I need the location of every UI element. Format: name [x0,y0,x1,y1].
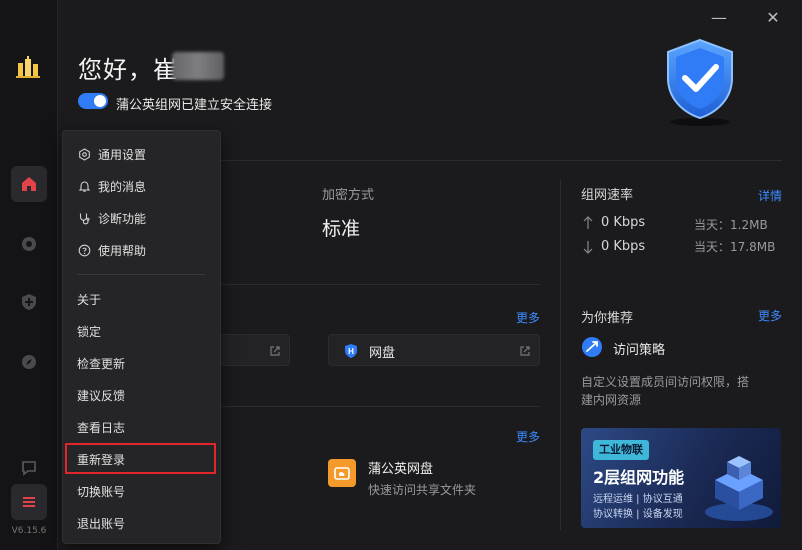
banner-tag: 工业物联 [593,440,649,460]
menu-item-my-messages[interactable]: 我的消息 [63,172,222,200]
arrow-down-icon [583,241,593,254]
menu-icon [23,497,35,507]
network-icon [22,237,36,251]
speed-details-link[interactable]: 详情 [758,187,782,204]
promo-banner[interactable]: 工业物联 2层组网功能 远程运维 | 协议互通 协议转换 | 设备发现 [581,428,781,528]
menu-item-lock[interactable]: 锁定 [63,317,222,345]
netdisk-shield-icon: H [345,344,357,358]
connection-status: 蒲公英组网已建立安全连接 [116,98,273,113]
menu-item-label: 使用帮助 [98,243,147,258]
today-download: 当天：17.8MB [694,240,776,254]
menu-item-help[interactable]: 使用帮助 [63,236,222,264]
banner-title: 2层组网功能 [593,468,685,487]
encryption-label: 加密方式 [322,188,375,203]
apps-more-link[interactable]: 更多 [516,428,540,445]
section-divider-1 [220,284,540,285]
access-policy-label[interactable]: 访问策略 [613,339,665,358]
close-button[interactable]: ✕ [764,8,782,27]
netdisk-app-title[interactable]: 蒲公英网盘 [368,458,433,477]
iot-device-illustration-icon [705,456,773,521]
rail-chat-button[interactable] [11,450,47,486]
left-rail: V6.15.6 [0,0,58,550]
netdisk-card-label: 网盘 [369,346,396,361]
menu-item-label: 诊断功能 [98,211,147,226]
security-shield-icon [667,38,733,126]
menu-item-about[interactable]: 关于 [63,285,222,313]
menu-item-logout[interactable]: 退出账号 [63,509,222,537]
header-divider [220,160,782,161]
greeting-title: 您好，崔 [78,56,178,84]
arrow-up-icon [583,216,593,229]
redacted-name [172,52,224,80]
access-policy-icon[interactable] [581,336,603,358]
menu-item-general-settings[interactable]: 通用设置 [63,140,222,168]
menu-item-label: 我的消息 [98,179,147,194]
menu-item-check-update[interactable]: 检查更新 [63,349,222,377]
download-speed: 0 Kbps [601,239,646,254]
rail-security-button[interactable] [11,284,47,320]
netdisk-card[interactable]: H 网盘 [328,334,540,366]
stethoscope-icon [77,211,91,225]
help-icon [77,243,91,257]
access-policy-desc-2: 建内网资源 [581,393,642,407]
recommend-more-link[interactable]: 更多 [758,307,782,324]
connection-toggle[interactable] [78,93,108,109]
external-link-icon [270,346,280,356]
speed-title: 组网速率 [581,188,634,203]
main-menu-popup: 通用设置 我的消息 诊断功能 使用帮助 关于 锁定 检查更新 建议反馈 查看日志… [62,130,221,544]
menu-separator [77,274,205,275]
settings-icon [77,147,91,161]
banner-line-1: 远程运维 | 协议互通 [593,494,683,505]
compass-icon [22,355,36,369]
banner-line-2: 协议转换 | 设备发现 [593,509,683,520]
menu-item-switch-account[interactable]: 切换账号 [63,477,222,505]
minimize-button[interactable]: — [710,8,728,27]
app-logo-icon [16,56,40,78]
tool-card-left[interactable] [220,334,290,366]
section-divider-2 [220,406,540,407]
encryption-value: 标准 [322,218,361,240]
column-divider [560,180,561,530]
netdisk-app-icon[interactable] [328,459,356,487]
svg-text:H: H [348,347,354,356]
netdisk-app-desc: 快速访问共享文件夹 [368,483,477,497]
version-label: V6.15.6 [11,526,47,536]
rail-menu-button[interactable] [11,484,47,520]
rail-network-button[interactable] [11,226,47,262]
app-window: V6.15.6 — ✕ 您好，崔 蒲公英组网已建立安全连接 加密方式 标准 更多 [0,0,802,550]
menu-item-view-logs[interactable]: 查看日志 [63,413,222,441]
home-icon [22,177,36,191]
menu-item-label: 通用设置 [98,147,147,162]
menu-item-diagnostics[interactable]: 诊断功能 [63,204,222,232]
external-link-icon [520,346,530,356]
access-policy-desc-1: 自定义设置成员间访问权限，搭 [581,375,750,389]
rail-home-button[interactable] [11,166,47,202]
bell-icon [77,179,91,193]
rail-explore-button[interactable] [11,344,47,380]
today-upload: 当天：1.2MB [694,218,768,232]
recommend-title: 为你推荐 [581,311,634,326]
relogin-highlight-box [65,443,216,474]
chat-icon [22,461,36,476]
shield-plus-icon [22,294,36,310]
tools-more-link[interactable]: 更多 [516,309,540,326]
menu-item-feedback[interactable]: 建议反馈 [63,381,222,409]
upload-speed: 0 Kbps [601,215,646,230]
